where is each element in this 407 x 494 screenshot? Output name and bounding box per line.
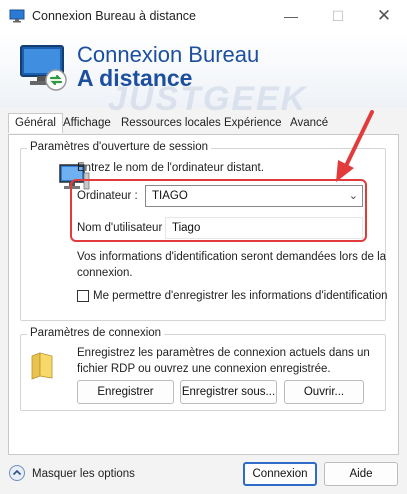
connection-desc-line2: fichier RDP ou ouvrez une connexion enre… [77, 363, 331, 375]
tab-affichage[interactable]: Affichage [63, 117, 111, 129]
remember-credentials-checkbox[interactable] [77, 290, 89, 302]
rdp-window: Connexion Bureau à distance — ☐ ✕ JUSTGE… [0, 0, 407, 494]
banner-title-line2: A distance [77, 65, 193, 91]
enter-computer-name-text: Entrez le nom de l'ordinateur distant. [77, 162, 264, 174]
watermark-part-b: GEEK [202, 80, 308, 118]
close-button[interactable]: ✕ [361, 0, 407, 32]
credentials-info-line2: connexion. [77, 267, 133, 279]
header-banner: JUSTGEEK Connexion Bureau A distance [0, 32, 407, 118]
connection-desc-line1: Enregistrez les paramètres de connexion … [77, 347, 370, 359]
help-button[interactable]: Aide [324, 462, 398, 486]
window-title: Connexion Bureau à distance [32, 9, 197, 23]
chevron-up-icon [12, 469, 22, 476]
hide-options-icon[interactable] [9, 465, 25, 481]
annotation-arrow-icon [336, 110, 374, 182]
minimize-button[interactable]: — [268, 0, 314, 32]
title-bar: Connexion Bureau à distance — ☐ ✕ [0, 0, 407, 32]
hide-options-link[interactable]: Masquer les options [32, 466, 135, 482]
tab-ressources-locales[interactable]: Ressources locales [121, 117, 221, 129]
remote-desktop-app-icon [9, 9, 25, 23]
remember-credentials-label[interactable]: Me permettre d'enregistrer les informati… [93, 288, 388, 304]
credentials-info-line1: Vos informations d'identification seront… [77, 251, 387, 263]
tab-avance[interactable]: Avancé [290, 117, 328, 129]
annotation-highlight-box [70, 179, 367, 242]
save-button[interactable]: Enregistrer [77, 380, 174, 404]
connection-settings-legend: Paramètres de connexion [27, 327, 165, 339]
session-settings-legend: Paramètres d'ouverture de session [27, 141, 211, 153]
maximize-button[interactable]: ☐ [315, 0, 361, 32]
folder-icon [31, 352, 53, 380]
tab-general[interactable]: Général [8, 113, 63, 133]
tab-experience[interactable]: Expérience [224, 117, 282, 129]
remote-desktop-logo-icon [20, 45, 67, 91]
open-button[interactable]: Ouvrir... [284, 380, 364, 404]
save-as-button[interactable]: Enregistrer sous... [180, 380, 277, 404]
connect-button[interactable]: Connexion [243, 462, 317, 486]
